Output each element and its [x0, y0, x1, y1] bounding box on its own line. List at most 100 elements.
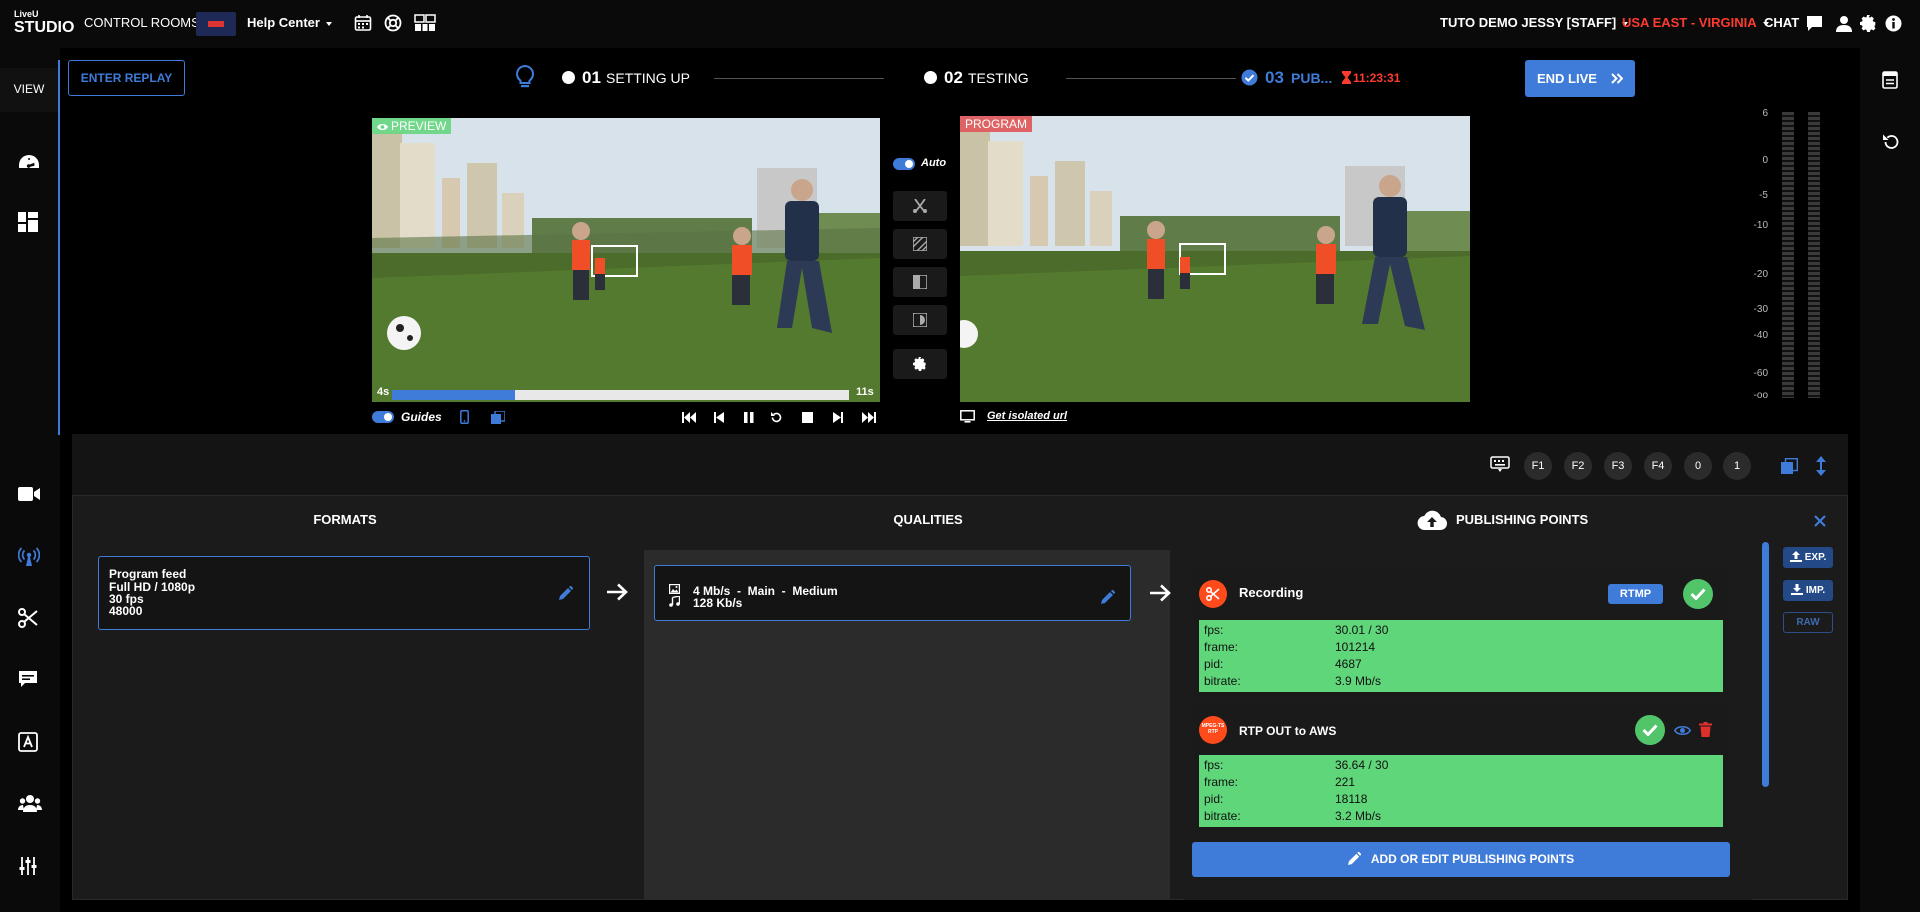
preview-tag: PREVIEW — [372, 118, 452, 134]
eye-view-icon[interactable] — [1674, 725, 1691, 736]
liveu-studio-logo[interactable]: LiveU STUDIO — [14, 9, 74, 39]
control-rooms-link[interactable]: CONTROL ROOMS — [84, 15, 200, 30]
settings-gear-icon[interactable] — [1860, 15, 1877, 32]
add-or-edit-publishing-points-button[interactable]: ADD OR EDIT PUBLISHING POINTS — [1192, 842, 1730, 877]
multiview-layout-icon[interactable] — [414, 14, 436, 32]
cut-scissors-icon — [913, 199, 927, 213]
quality-card[interactable]: 4 Mb/s - Main - Medium 128 Kb/s — [654, 565, 1131, 621]
view-label: VIEW — [13, 82, 45, 96]
keyboard-shortcuts-icon[interactable] — [1490, 456, 1510, 473]
room-thumbnail[interactable] — [196, 12, 236, 36]
preview-scrubber[interactable] — [392, 390, 849, 400]
double-chevron-right-icon — [1611, 73, 1623, 84]
rundown-list-icon[interactable] — [1882, 71, 1898, 89]
status-ok-check-icon — [1683, 579, 1713, 609]
subtitles-message-icon[interactable] — [18, 670, 42, 694]
key-0[interactable]: 0 — [1684, 452, 1712, 480]
step-forward-icon[interactable] — [833, 412, 843, 423]
skip-to-start-icon[interactable] — [682, 412, 696, 423]
preview-video[interactable]: PREVIEW 4s 11s — [372, 118, 880, 402]
audio-meter-left-channel — [1782, 112, 1794, 398]
skip-to-end-icon[interactable] — [862, 412, 876, 423]
edit-pencil-icon[interactable] — [559, 586, 573, 600]
f4-key[interactable]: F4 — [1644, 452, 1672, 480]
guides-toggle[interactable] — [372, 411, 394, 423]
f2-key[interactable]: F2 — [1564, 452, 1592, 480]
enter-replay-button[interactable]: ENTER REPLAY — [68, 60, 185, 96]
lightbulb-icon[interactable] — [516, 65, 534, 89]
guests-users-icon[interactable] — [18, 794, 42, 818]
chat-bubble-icon[interactable] — [1806, 15, 1823, 32]
end-live-button[interactable]: END LIVE — [1525, 60, 1635, 97]
mixer-sliders-icon[interactable] — [18, 856, 42, 880]
dissolve-pattern-icon — [913, 237, 927, 251]
mobile-view-icon[interactable] — [460, 410, 469, 424]
format-card[interactable]: Program feed Full HD / 1080p 30 fps 4800… — [98, 556, 590, 630]
f3-key[interactable]: F3 — [1604, 452, 1632, 480]
stop-icon[interactable] — [802, 412, 813, 423]
broadcast-antenna-icon[interactable] — [18, 547, 42, 571]
cut-transition-button[interactable] — [893, 191, 947, 221]
get-isolated-url-link[interactable]: Get isolated url — [987, 410, 1067, 422]
qualities-header: QUALITIES — [893, 512, 963, 527]
recording-scissors-icon — [1199, 580, 1227, 608]
publishing-points-header: PUBLISHING POINTS — [1456, 512, 1589, 527]
step-2-indicator — [924, 71, 937, 84]
status-ok-check-icon — [1635, 715, 1665, 745]
formats-header: FORMATS — [313, 512, 377, 527]
program-video[interactable]: PROGRAM — [960, 116, 1470, 402]
raw-button[interactable]: RAW — [1783, 612, 1833, 633]
transition-settings-button[interactable] — [893, 349, 947, 379]
step-back-icon[interactable] — [714, 412, 724, 423]
resize-vertical-icon[interactable] — [1816, 456, 1826, 476]
export-button[interactable]: EXP. — [1783, 547, 1833, 568]
user-profile-icon[interactable] — [1836, 15, 1852, 32]
help-center-menu[interactable]: Help Center — [247, 15, 332, 30]
close-panel-icon[interactable] — [1814, 515, 1826, 527]
scissors-cut-icon[interactable] — [18, 608, 42, 632]
recording-name: Recording — [1239, 585, 1304, 600]
right-sidebar — [1860, 48, 1920, 912]
text-graphics-icon[interactable] — [18, 732, 42, 756]
live-timer: 11:23:31 — [1353, 71, 1401, 85]
wipe-transition-button[interactable] — [893, 267, 947, 297]
user-menu[interactable]: TUTO DEMO JESSY [STAFF] — [1440, 15, 1629, 30]
import-button[interactable]: IMP. — [1783, 580, 1833, 601]
preview-time-end: 11s — [856, 386, 874, 398]
replay-loop-icon[interactable] — [770, 411, 783, 424]
football-scene-image — [960, 116, 1470, 402]
mpeg-ts-rtp-icon: MPEG-TS RTP — [1199, 716, 1227, 744]
calendar-icon[interactable] — [354, 14, 372, 32]
info-icon[interactable] — [1885, 15, 1902, 32]
key-1[interactable]: 1 — [1723, 452, 1751, 480]
publishing-point-rtp-aws[interactable]: MPEG-TS RTP RTP OUT to AWS fps: 36.64 / 3… — [1194, 703, 1728, 831]
dashboard-gauge-icon[interactable] — [18, 152, 42, 176]
monitor-icon — [960, 410, 975, 423]
history-undo-icon[interactable] — [1882, 133, 1900, 151]
f1-key[interactable]: F1 — [1524, 452, 1552, 480]
stinger-transition-button[interactable] — [893, 305, 947, 335]
step-1-label[interactable]: SETTING UP — [606, 70, 690, 86]
region-selector[interactable]: USA EAST - VIRGINIA — [1622, 15, 1769, 30]
delete-trash-icon[interactable] — [1699, 722, 1712, 737]
music-note-icon — [669, 596, 680, 607]
layout-grid-icon[interactable] — [18, 212, 42, 236]
step-3-label[interactable]: PUB... — [1291, 70, 1332, 86]
auto-transition-toggle[interactable] — [893, 158, 915, 170]
publishing-scrollbar[interactable] — [1762, 542, 1769, 787]
camera-sources-icon[interactable] — [18, 485, 42, 509]
step-2-label[interactable]: TESTING — [968, 70, 1029, 86]
hourglass-icon — [1342, 71, 1351, 84]
detach-panel-icon[interactable] — [1781, 458, 1798, 474]
rtp-out-name: RTP OUT to AWS — [1239, 724, 1337, 738]
edit-pencil-icon — [1347, 852, 1361, 865]
pause-icon[interactable] — [744, 412, 754, 423]
overlay-copy-icon[interactable] — [491, 411, 505, 424]
rtmp-badge: RTMP — [1608, 584, 1663, 604]
dissolve-transition-button[interactable] — [893, 229, 947, 259]
edit-pencil-icon[interactable] — [1101, 590, 1115, 604]
support-lifebuoy-icon[interactable] — [384, 14, 402, 32]
publishing-point-recording[interactable]: Recording RTMP fps: 30.01 / 30 frame: 1012… — [1194, 566, 1728, 696]
chat-label[interactable]: CHAT — [1764, 15, 1799, 30]
audio-meter-right-channel — [1808, 112, 1820, 398]
